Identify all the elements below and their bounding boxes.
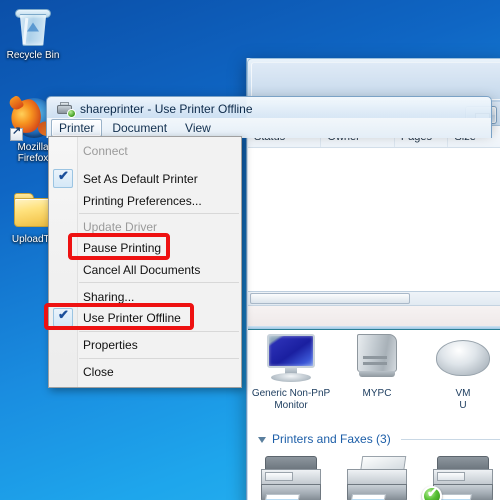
menu-printer[interactable]: Printer bbox=[51, 119, 103, 137]
menu-separator bbox=[79, 213, 239, 214]
device-icon bbox=[420, 330, 500, 388]
menu-item-label: Cancel All Documents bbox=[83, 262, 201, 277]
menu-item-label: Use Printer Offline bbox=[83, 310, 181, 325]
printer-status-icon bbox=[57, 102, 76, 118]
desktop-icon-label: Recycle Bin bbox=[6, 50, 60, 61]
printer-window-title-text: shareprinter - Use Printer Offline bbox=[80, 102, 253, 116]
menu-separator bbox=[79, 331, 239, 332]
menu-item-label: Printing Preferences... bbox=[83, 193, 202, 208]
menu-separator bbox=[79, 358, 239, 359]
device-item-generic-monitor[interactable]: Generic Non-PnP Monitor bbox=[248, 330, 334, 412]
device-label-line1: Generic Non-PnP bbox=[251, 388, 331, 399]
horizontal-scrollbar-thumb[interactable] bbox=[250, 293, 410, 304]
menu-item-use-printer-offline[interactable]: Use Printer Offline bbox=[49, 307, 241, 328]
menu-separator bbox=[79, 282, 239, 283]
device-label-line2: U bbox=[459, 400, 467, 411]
menu-view[interactable]: View bbox=[177, 119, 219, 137]
checkmark-icon bbox=[53, 168, 73, 188]
checkmark-icon bbox=[53, 307, 73, 327]
section-divider bbox=[400, 438, 500, 440]
menu-item-set-as-default-printer[interactable]: Set As Default Printer bbox=[49, 168, 241, 189]
printer-window-menubar[interactable]: Printer Document View bbox=[46, 118, 492, 138]
background-window-titlebar-inner bbox=[251, 62, 500, 100]
desktop-icon-recycle-bin[interactable]: Recycle Bin bbox=[2, 6, 64, 61]
menu-item-properties[interactable]: Properties bbox=[49, 334, 241, 355]
shortcut-arrow-icon bbox=[10, 126, 23, 141]
fax-icon bbox=[334, 454, 420, 500]
printer-dropdown-menu[interactable]: Connect Set As Default Printer Printing … bbox=[48, 136, 242, 388]
menu-item-label: Close bbox=[83, 364, 114, 379]
device-label-line1: VM bbox=[455, 388, 471, 399]
default-printer-check-icon bbox=[422, 486, 442, 500]
printers-and-faxes-section-header[interactable]: Printers and Faxes (3) bbox=[258, 430, 500, 448]
recycle-bin-icon bbox=[2, 6, 64, 48]
monitor-icon bbox=[248, 330, 334, 388]
chevron-down-icon[interactable] bbox=[258, 437, 266, 443]
devices-row: Generic Non-PnP Monitor MYPC VM U bbox=[248, 330, 500, 412]
menu-item-printing-preferences[interactable]: Printing Preferences... bbox=[49, 190, 241, 211]
menu-item-update-driver[interactable]: Update Driver bbox=[49, 216, 241, 237]
device-label-line2: Monitor bbox=[274, 400, 308, 411]
menu-item-connect[interactable]: Connect bbox=[49, 140, 241, 161]
printer-item-brother[interactable]: Brother bbox=[248, 454, 334, 500]
menu-item-label: Connect bbox=[83, 143, 128, 158]
printer-item-shareprinter[interactable]: sh bbox=[420, 454, 500, 500]
printers-row: Brother Fax#:2 sh bbox=[248, 454, 500, 500]
printer-icon bbox=[248, 454, 334, 500]
computer-icon bbox=[334, 330, 420, 388]
printer-icon bbox=[420, 454, 500, 500]
device-item-vm[interactable]: VM U bbox=[420, 330, 500, 412]
queue-list[interactable]: Status Owner Pages Size bbox=[248, 126, 500, 292]
menu-item-pause-printing[interactable]: Pause Printing bbox=[49, 237, 241, 258]
device-label-line1: MYPC bbox=[362, 388, 392, 399]
menu-item-label: Sharing... bbox=[83, 289, 135, 304]
menu-item-sharing[interactable]: Sharing... bbox=[49, 286, 241, 307]
menu-item-label: Set As Default Printer bbox=[83, 171, 198, 186]
menu-item-label: Pause Printing bbox=[83, 240, 162, 255]
printer-item-fax[interactable]: Fax#:2 bbox=[334, 454, 420, 500]
devices-area[interactable]: Generic Non-PnP Monitor MYPC VM U Printe… bbox=[248, 330, 500, 500]
menu-item-label: Properties bbox=[83, 337, 138, 352]
window-spacer bbox=[248, 306, 500, 326]
printer-window-title: shareprinter - Use Printer Offline bbox=[57, 102, 253, 118]
menu-item-label: Update Driver bbox=[83, 219, 158, 234]
section-header-label: Printers and Faxes (3) bbox=[272, 432, 391, 446]
horizontal-scrollbar[interactable] bbox=[248, 292, 500, 306]
menu-item-cancel-all-documents[interactable]: Cancel All Documents bbox=[49, 259, 241, 280]
device-item-mypc[interactable]: MYPC bbox=[334, 330, 420, 412]
menu-item-close[interactable]: Close bbox=[49, 361, 241, 382]
menu-document[interactable]: Document bbox=[104, 119, 175, 137]
